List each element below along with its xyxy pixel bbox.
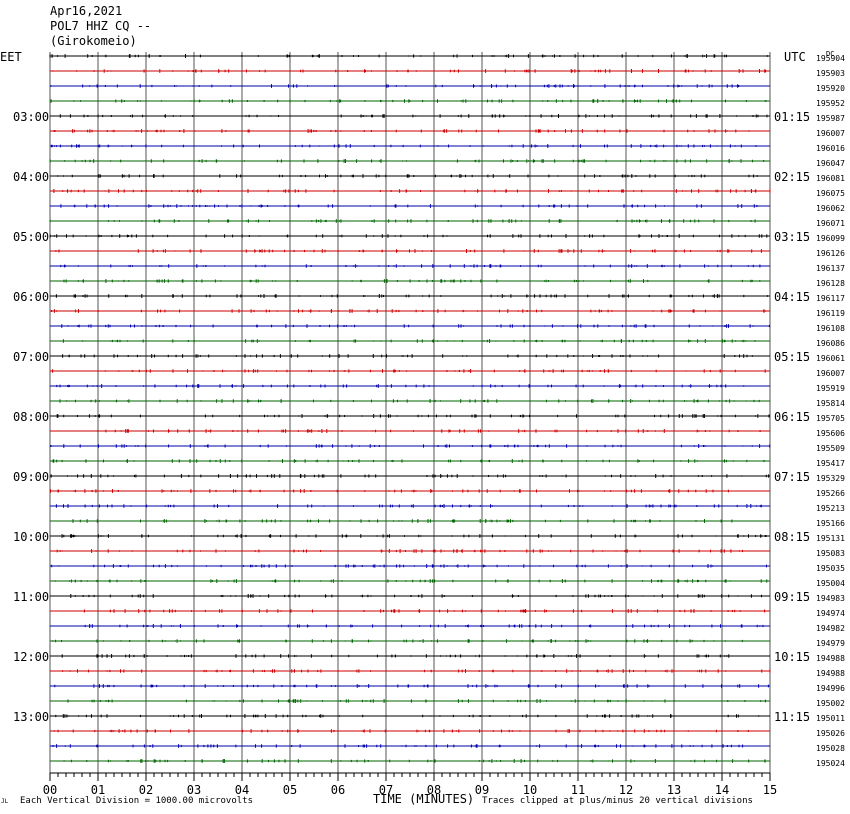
right-time-label: 06:15: [774, 410, 810, 424]
clip-note: Traces clipped at plus/minus 20 vertical…: [482, 796, 753, 806]
row-value-label: 195920: [816, 84, 845, 93]
left-time-label: 04:00: [13, 170, 49, 184]
row-value-label: 195028: [816, 744, 845, 753]
row-value-label: 195509: [816, 444, 845, 453]
row-value-label: 194996: [816, 684, 845, 693]
x-tick-label: 00: [43, 783, 57, 797]
row-value-label: 195002: [816, 699, 845, 708]
row-value-label: 196108: [816, 324, 845, 333]
right-timezone-label: UTC: [784, 50, 806, 64]
scale-note: Each Vertical Division = 1000.00 microvo…: [20, 796, 253, 806]
row-value-label: 195266: [816, 489, 845, 498]
right-time-label: 01:15: [774, 110, 810, 124]
row-value-label: 195417: [816, 459, 845, 468]
right-time-label: 08:15: [774, 530, 810, 544]
right-time-label: 03:15: [774, 230, 810, 244]
right-time-label: 09:15: [774, 590, 810, 604]
row-value-label: 194979: [816, 639, 845, 648]
row-value-label: 195004: [816, 579, 845, 588]
row-value-label: 195166: [816, 519, 845, 528]
row-value-label: 196062: [816, 204, 845, 213]
row-value-label: 196047: [816, 159, 845, 168]
row-value-label: 196086: [816, 339, 845, 348]
right-time-label: 05:15: [774, 350, 810, 364]
left-time-label: 03:00: [13, 110, 49, 124]
row-value-label: 196007: [816, 129, 845, 138]
row-value-label: 195987: [816, 114, 845, 123]
right-time-label: 10:15: [774, 650, 810, 664]
right-time-label: 11:15: [774, 710, 810, 724]
left-time-label: 05:00: [13, 230, 49, 244]
row-value-label: 194988: [816, 669, 845, 678]
x-tick-label: 09: [475, 783, 489, 797]
left-time-label: 11:00: [13, 590, 49, 604]
row-value-label: 194983: [816, 594, 845, 603]
header-date: Apr16,2021: [50, 4, 123, 18]
row-value-label: 196016: [816, 144, 845, 153]
row-value-label: 195131: [816, 534, 845, 543]
x-tick-label: 15: [763, 783, 777, 797]
x-tick-label: 12: [619, 783, 633, 797]
row-value-label: 195903: [816, 69, 845, 78]
row-value-label: 196061: [816, 354, 845, 363]
row-value-label: 195083: [816, 549, 845, 558]
row-value-label: 196117: [816, 294, 845, 303]
left-time-label: 13:00: [13, 710, 49, 724]
header-location: (Girokomeio): [50, 34, 137, 48]
row-value-label: 196007: [816, 369, 845, 378]
left-time-label: 09:00: [13, 470, 49, 484]
row-value-label: 196137: [816, 264, 845, 273]
row-value-label: 194982: [816, 624, 845, 633]
row-value-label: 195329: [816, 474, 845, 483]
row-value-label: 195011: [816, 714, 845, 723]
row-value-label: 195606: [816, 429, 845, 438]
x-tick-label: 10: [523, 783, 537, 797]
dc-label: DC: [826, 50, 834, 58]
row-value-label: 194974: [816, 609, 845, 618]
helicorder-plot: 1959041959031959201959521959871960071960…: [13, 50, 845, 797]
row-value-label: 196126: [816, 249, 845, 258]
row-value-label: 196081: [816, 174, 845, 183]
corner-mark: JL: [1, 798, 9, 805]
left-time-label: 06:00: [13, 290, 49, 304]
x-tick-label: 04: [235, 783, 249, 797]
x-tick-label: 02: [139, 783, 153, 797]
row-value-label: 195705: [816, 414, 845, 423]
row-value-label: 195024: [816, 759, 845, 768]
left-time-label: 10:00: [13, 530, 49, 544]
left-time-label: 08:00: [13, 410, 49, 424]
right-time-label: 04:15: [774, 290, 810, 304]
x-tick-label: 14: [715, 783, 729, 797]
left-time-label: 12:00: [13, 650, 49, 664]
row-value-label: 196128: [816, 279, 845, 288]
row-value-label: 196099: [816, 234, 845, 243]
x-tick-label: 01: [91, 783, 105, 797]
x-tick-label: 06: [331, 783, 345, 797]
row-value-label: 194988: [816, 654, 845, 663]
row-value-label: 196071: [816, 219, 845, 228]
left-time-label: 07:00: [13, 350, 49, 364]
row-value-label: 195213: [816, 504, 845, 513]
row-value-label: 196075: [816, 189, 845, 198]
x-tick-label: 11: [571, 783, 585, 797]
header-station: POL7 HHZ CQ --: [50, 19, 152, 33]
row-value-label: 195919: [816, 384, 845, 393]
row-value-label: 195952: [816, 99, 845, 108]
row-value-label: 195814: [816, 399, 845, 408]
x-axis-title: TIME (MINUTES): [373, 792, 475, 806]
x-tick-label: 13: [667, 783, 681, 797]
row-value-label: 195026: [816, 729, 845, 738]
x-tick-label: 05: [283, 783, 297, 797]
right-time-label: 02:15: [774, 170, 810, 184]
row-value-label: 196119: [816, 309, 845, 318]
x-tick-label: 03: [187, 783, 201, 797]
right-time-label: 07:15: [774, 470, 810, 484]
left-timezone-label: EET: [0, 50, 22, 64]
row-value-label: 195035: [816, 564, 845, 573]
